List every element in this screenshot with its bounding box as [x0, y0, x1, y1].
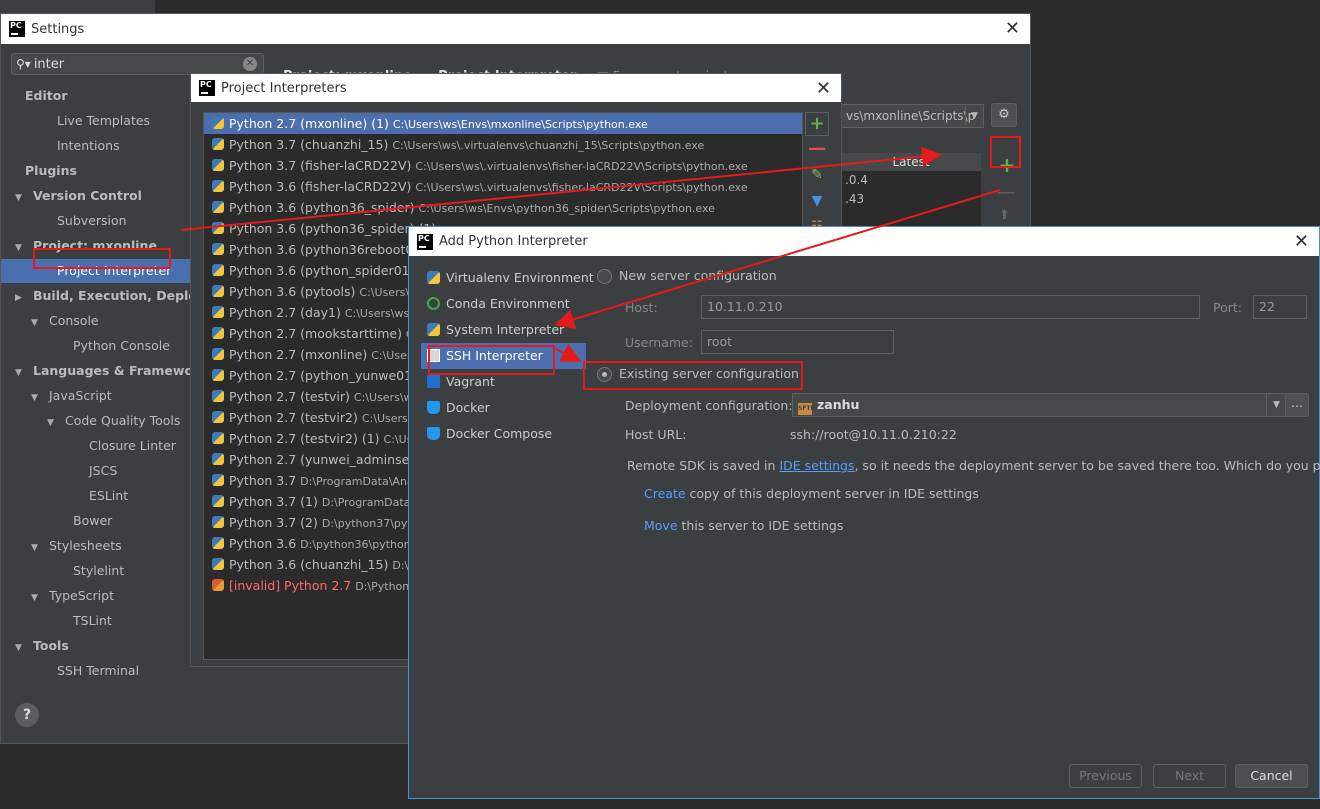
- arrow-to-existing-server: [555, 343, 582, 362]
- arrow-to-add-button: [180, 146, 942, 231]
- arrow-to-system-interpreter: [554, 189, 1001, 329]
- annotation-arrows: [180, 146, 1001, 362]
